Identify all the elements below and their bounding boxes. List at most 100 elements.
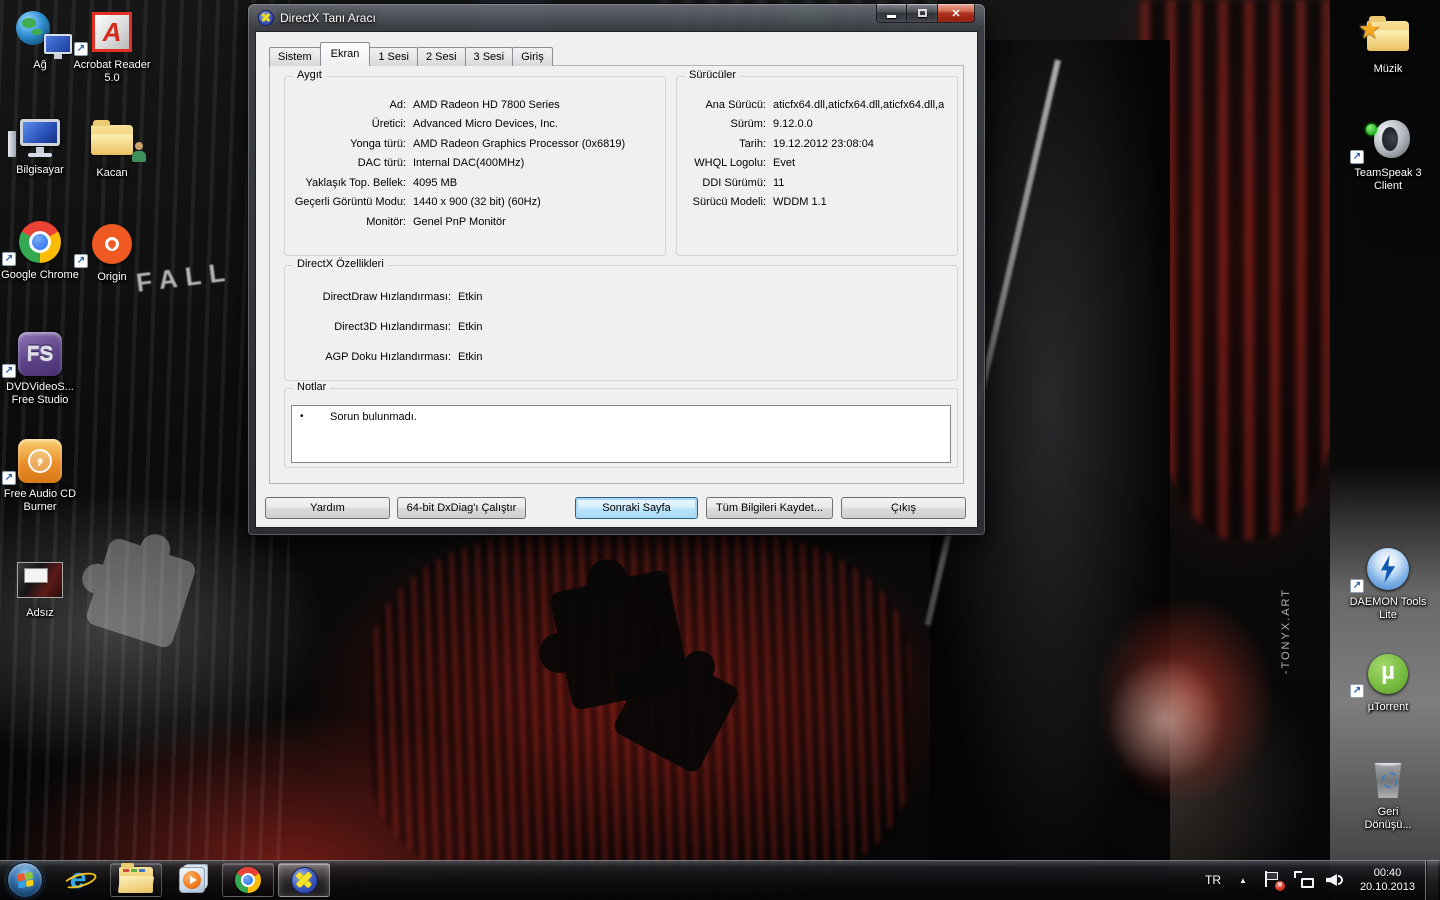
volume-tray-icon[interactable] <box>1326 871 1346 889</box>
shortcut-arrow-icon <box>1350 579 1364 593</box>
field-value: AMD Radeon Graphics Processor (0x6819) <box>413 138 625 150</box>
taskbar-clock[interactable]: 00:40 20.10.2013 <box>1352 866 1425 894</box>
desktop-icon-label: Adsız <box>0 607 80 620</box>
recycle-bin-icon <box>1373 760 1403 798</box>
show-desktop-button[interactable] <box>1425 860 1438 900</box>
desktop-icon-label: Origin <box>72 271 152 284</box>
save-all-information-button[interactable]: Tüm Bilgileri Kaydet... <box>706 497 833 519</box>
start-button[interactable] <box>4 861 46 899</box>
shortcut-arrow-icon <box>74 42 88 56</box>
field-label: Direct3D Hızlandırması: <box>291 321 458 333</box>
device-row: Ad:AMD Radeon HD 7800 Series <box>291 95 659 115</box>
action-center-flag-icon[interactable]: ✕ <box>1262 871 1282 889</box>
tab-page-ekran: Aygıt Ad:AMD Radeon HD 7800 Series Üreti… <box>269 65 964 484</box>
desktop-icon-computer[interactable]: Bilgisayar <box>0 113 80 177</box>
teamspeak-icon <box>1366 118 1410 162</box>
dialog-button-row: Yardım 64-bit DxDiag'ı Çalıştır Sonraki … <box>256 497 977 519</box>
desktop-icon-acrobat-reader[interactable]: Acrobat Reader 5.0 <box>72 8 152 85</box>
desktop-icon-recycle-bin[interactable]: Geri Dönüşü... <box>1348 755 1428 832</box>
note-bullet: • <box>300 411 330 457</box>
computer-monitor-icon <box>20 119 60 146</box>
puzzle-piece-gray <box>84 536 197 649</box>
taskbar-item-chrome[interactable] <box>222 863 274 897</box>
tab-giris[interactable]: Giriş <box>512 47 553 66</box>
daemon-tools-icon <box>1367 548 1409 590</box>
image-thumbnail-icon <box>17 562 63 598</box>
desktop-icon-muzik-folder[interactable]: Müzik <box>1348 12 1428 76</box>
shortcut-arrow-icon <box>1350 684 1364 698</box>
desktop-icon-adsiz[interactable]: Adsız <box>0 556 80 620</box>
show-hidden-icons-arrow[interactable]: ▲ <box>1230 876 1256 885</box>
teamspeak-head-icon <box>1374 120 1410 158</box>
field-label: Yonga türü: <box>291 138 413 150</box>
device-row: Geçerli Görüntü Modu:1440 x 900 (32 bit)… <box>291 193 659 213</box>
desktop-icon-free-studio[interactable]: DVDVideoS... Free Studio <box>0 330 80 407</box>
field-label: Ana Sürücü: <box>683 99 773 111</box>
field-label: Üretici: <box>291 118 413 130</box>
desktop-icon-label: Ağ <box>0 59 80 72</box>
field-label: Ad: <box>291 99 413 111</box>
minimize-button[interactable] <box>876 4 907 23</box>
field-label: Sürüm: <box>683 118 773 130</box>
taskbar-item-dxdiag[interactable] <box>278 863 330 897</box>
disc-note-icon <box>28 449 52 473</box>
next-page-button[interactable]: Sonraki Sayfa <box>575 497 698 519</box>
desktop-icon-utorrent[interactable]: µTorrent <box>1348 650 1428 714</box>
exit-button[interactable]: Çıkış <box>841 497 966 519</box>
help-button[interactable]: Yardım <box>265 497 390 519</box>
chrome-icon <box>235 867 261 893</box>
run-64bit-dxdiag-button[interactable]: 64-bit DxDiag'ı Çalıştır <box>397 497 526 519</box>
desktop-icon-label: Bilgisayar <box>0 164 80 177</box>
desktop: FALL -TONYX.ART Ağ Acrobat Reader 5.0 Bi… <box>0 0 1440 900</box>
desktop-icon-kacan-folder[interactable]: Kacan <box>72 116 152 180</box>
tab-ekran[interactable]: Ekran <box>320 42 371 66</box>
group-title: Sürücüler <box>685 69 740 81</box>
shortcut-arrow-icon <box>2 471 16 485</box>
taskbar-item-internet-explorer[interactable]: e <box>54 863 106 897</box>
desktop-icon-cd-burner[interactable]: Free Audio CD Burner <box>0 437 80 514</box>
tab-sistem[interactable]: Sistem <box>269 47 321 66</box>
computer-tower-icon <box>8 131 16 157</box>
desktop-icon-origin[interactable]: Origin <box>72 220 152 284</box>
desktop-icon-daemon-tools[interactable]: DAEMON Tools Lite <box>1348 545 1428 622</box>
directx-icon <box>258 10 274 26</box>
wallpaper-red-stripes <box>1140 0 1350 540</box>
driver-row: Sürücü Modeli:WDDM 1.1 <box>683 193 951 213</box>
device-group: Aygıt Ad:AMD Radeon HD 7800 Series Üreti… <box>284 76 666 256</box>
star-icon <box>1358 14 1381 45</box>
field-value: Etkin <box>458 291 482 303</box>
free-studio-icon <box>18 332 62 376</box>
desktop-icon-label: Free Audio CD Burner <box>0 488 80 514</box>
field-label: DDI Sürümü: <box>683 177 773 189</box>
driver-row: Tarih:19.12.2012 23:08:04 <box>683 134 951 154</box>
desktop-icon-label: DVDVideoS... Free Studio <box>0 381 80 407</box>
tab-2-sesi[interactable]: 2 Sesi <box>417 47 466 66</box>
desktop-icon-label: Acrobat Reader 5.0 <box>72 59 152 85</box>
desktop-icon-label: Geri Dönüşü... <box>1353 806 1423 832</box>
maximize-button[interactable] <box>907 4 937 23</box>
tab-3-sesi[interactable]: 3 Sesi <box>465 47 514 66</box>
notes-list[interactable]: • Sorun bulunmadı. <box>291 405 951 463</box>
desktop-icon-google-chrome[interactable]: Google Chrome <box>0 218 80 282</box>
dx-feature-row: DirectDraw Hızlandırması:Etkin <box>291 282 951 312</box>
field-value: Etkin <box>458 351 482 363</box>
language-indicator[interactable]: TR <box>1196 873 1230 887</box>
desktop-icon-teamspeak[interactable]: TeamSpeak 3 Client <box>1348 116 1428 193</box>
field-value: 1440 x 900 (32 bit) (60Hz) <box>413 196 541 208</box>
title-bar[interactable]: DirectX Tanı Aracı <box>248 4 985 32</box>
network-monitor-icon <box>44 34 72 54</box>
field-value: 4095 MB <box>413 177 457 189</box>
field-value: 19.12.2012 23:08:04 <box>773 138 874 150</box>
taskbar-item-explorer[interactable] <box>110 863 162 897</box>
desktop-icon-label: TeamSpeak 3 Client <box>1348 167 1428 193</box>
network-tray-icon[interactable] <box>1294 871 1314 889</box>
group-title: DirectX Özellikleri <box>293 258 388 270</box>
field-label: DirectDraw Hızlandırması: <box>291 291 458 303</box>
desktop-icon-network[interactable]: Ağ <box>0 8 80 72</box>
chrome-icon <box>19 221 61 263</box>
tab-1-sesi[interactable]: 1 Sesi <box>369 47 418 66</box>
tab-strip: Sistem Ekran 1 Sesi 2 Sesi 3 Sesi Giriş <box>269 42 552 66</box>
taskbar-item-media-player[interactable] <box>166 863 218 897</box>
close-button[interactable]: ✕ <box>937 4 975 23</box>
group-title: Aygıt <box>293 69 326 81</box>
